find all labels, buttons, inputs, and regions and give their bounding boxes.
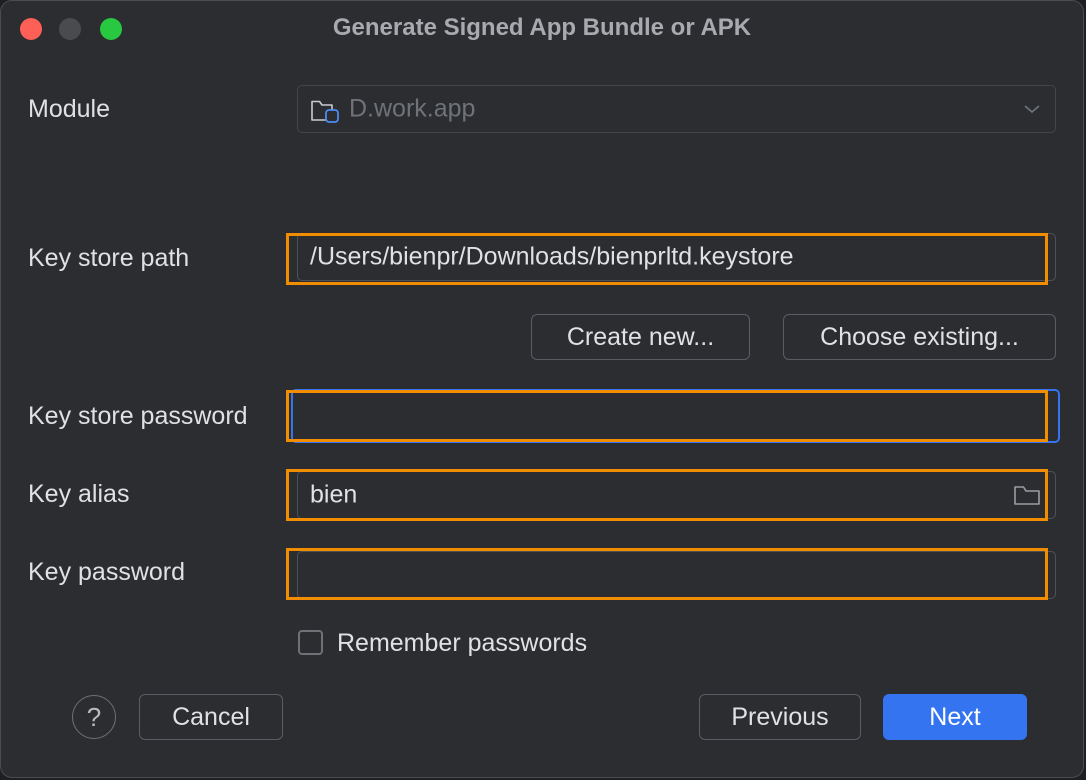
chevron-down-icon[interactable]: [1023, 102, 1041, 120]
generate-signed-bundle-dialog: Generate Signed App Bundle or APK Module…: [0, 0, 1084, 778]
window-title: Generate Signed App Bundle or APK: [332, 14, 752, 41]
folder-icon[interactable]: [1013, 483, 1041, 512]
create-new-button[interactable]: Create new...: [531, 314, 750, 360]
next-button[interactable]: Next: [883, 694, 1027, 740]
key-alias-label: Key alias: [28, 480, 130, 508]
remember-passwords-label[interactable]: Remember passwords: [337, 629, 587, 658]
key-store-path-field[interactable]: /Users/bienpr/Downloads/bienprltd.keysto…: [297, 233, 1056, 281]
remember-passwords-checkbox[interactable]: [298, 630, 323, 655]
title-bar: Generate Signed App Bundle or APK: [1, 1, 1083, 55]
key-store-password-field[interactable]: [291, 389, 1060, 443]
key-store-password-label: Key store password: [28, 402, 248, 430]
key-password-field[interactable]: [297, 551, 1056, 599]
key-store-path-label: Key store path: [28, 244, 190, 272]
module-label: Module: [28, 95, 110, 123]
key-alias-value: bien: [310, 480, 358, 509]
help-button[interactable]: ?: [72, 695, 116, 739]
module-select[interactable]: D.work.app: [297, 85, 1056, 133]
module-folder-icon: [310, 96, 340, 129]
key-store-path-value: /Users/bienpr/Downloads/bienprltd.keysto…: [310, 242, 794, 271]
module-value: D.work.app: [349, 94, 476, 123]
cancel-button[interactable]: Cancel: [139, 694, 283, 740]
key-password-label: Key password: [28, 558, 186, 586]
choose-existing-button[interactable]: Choose existing...: [783, 314, 1056, 360]
key-alias-field[interactable]: bien: [297, 471, 1056, 519]
previous-button[interactable]: Previous: [699, 694, 861, 740]
